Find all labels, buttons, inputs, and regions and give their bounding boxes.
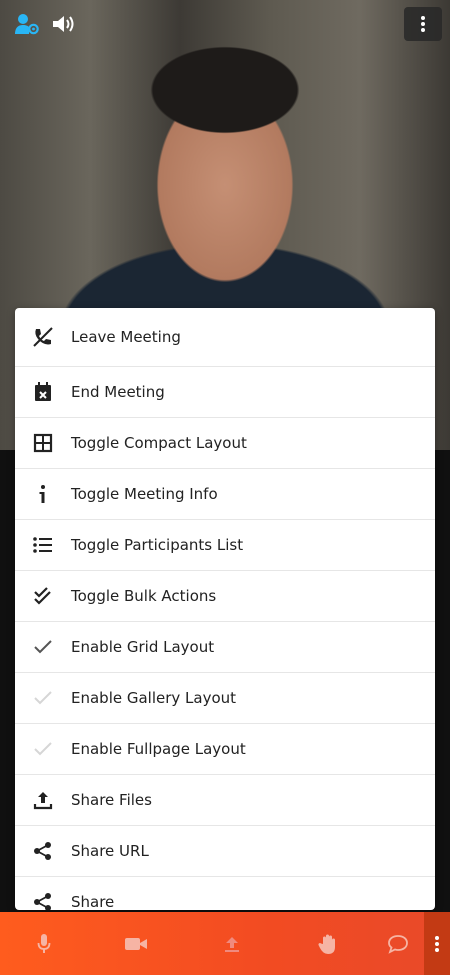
microphone-button[interactable] bbox=[22, 912, 66, 975]
menu-item-label: Toggle Participants List bbox=[71, 536, 244, 554]
screen-share-button[interactable] bbox=[210, 912, 254, 975]
end-meeting-icon bbox=[29, 378, 57, 406]
menu-item-label: Share bbox=[71, 893, 115, 910]
check-icon bbox=[29, 684, 57, 712]
list-icon bbox=[29, 531, 57, 559]
meeting-toolbar bbox=[0, 912, 450, 975]
menu-item-label: Enable Grid Layout bbox=[71, 638, 215, 656]
info-icon bbox=[29, 480, 57, 508]
raise-hand-button[interactable] bbox=[306, 912, 350, 975]
upload-icon bbox=[29, 786, 57, 814]
more-options-icon bbox=[435, 935, 439, 952]
microphone-icon bbox=[37, 933, 51, 953]
speaker-icon[interactable] bbox=[50, 10, 78, 38]
vertical-dots-icon bbox=[421, 16, 425, 32]
menu-item-enable-gallery-layout[interactable]: Enable Gallery Layout bbox=[15, 673, 435, 724]
leave-meeting-icon bbox=[29, 323, 57, 351]
menu-item-label: Enable Fullpage Layout bbox=[71, 740, 246, 758]
menu-item-toggle-meeting-info[interactable]: Toggle Meeting Info bbox=[15, 469, 435, 520]
menu-item-share-files[interactable]: Share Files bbox=[15, 775, 435, 826]
participant-settings-icon[interactable] bbox=[14, 10, 40, 38]
menu-item-label: Share Files bbox=[71, 791, 152, 809]
menu-item-leave-meeting[interactable]: Leave Meeting bbox=[15, 308, 435, 367]
chat-icon bbox=[388, 934, 408, 954]
menu-item-share[interactable]: Share bbox=[15, 877, 435, 910]
menu-item-label: Share URL bbox=[71, 842, 149, 860]
menu-item-label: Leave Meeting bbox=[71, 328, 181, 346]
options-menu: Leave Meeting End Meeting Toggle Compact… bbox=[15, 308, 435, 910]
menu-item-toggle-compact-layout[interactable]: Toggle Compact Layout bbox=[15, 418, 435, 469]
menu-item-share-url[interactable]: Share URL bbox=[15, 826, 435, 877]
screen-share-icon bbox=[225, 936, 239, 952]
menu-item-end-meeting[interactable]: End Meeting bbox=[15, 367, 435, 418]
check-icon bbox=[29, 633, 57, 661]
menu-item-enable-fullpage-layout[interactable]: Enable Fullpage Layout bbox=[15, 724, 435, 775]
menu-item-toggle-bulk-actions[interactable]: Toggle Bulk Actions bbox=[15, 571, 435, 622]
camera-icon bbox=[125, 937, 147, 950]
menu-item-label: Enable Gallery Layout bbox=[71, 689, 237, 707]
compact-layout-icon bbox=[29, 429, 57, 457]
menu-item-toggle-participants-list[interactable]: Toggle Participants List bbox=[15, 520, 435, 571]
menu-item-enable-grid-layout[interactable]: Enable Grid Layout bbox=[15, 622, 435, 673]
menu-item-label: End Meeting bbox=[71, 383, 165, 401]
camera-button[interactable] bbox=[114, 912, 158, 975]
share-icon bbox=[29, 837, 57, 865]
more-menu-button[interactable] bbox=[404, 7, 442, 41]
share-icon bbox=[29, 888, 57, 910]
raise-hand-icon bbox=[318, 934, 335, 954]
chat-button[interactable] bbox=[376, 912, 420, 975]
double-check-icon bbox=[29, 582, 57, 610]
check-icon bbox=[29, 735, 57, 763]
more-options-button[interactable] bbox=[424, 912, 450, 975]
menu-item-label: Toggle Meeting Info bbox=[71, 485, 218, 503]
menu-item-label: Toggle Bulk Actions bbox=[71, 587, 217, 605]
menu-item-label: Toggle Compact Layout bbox=[71, 434, 247, 452]
